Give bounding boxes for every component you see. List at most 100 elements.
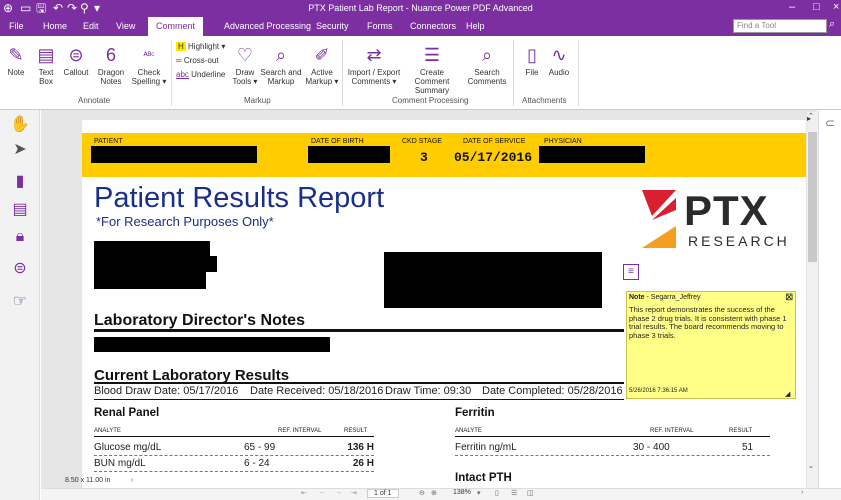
scroll-left-icon[interactable]: ‹ xyxy=(131,477,133,484)
two-page-view-icon[interactable]: ◫ xyxy=(527,489,534,497)
redacted-block xyxy=(94,256,217,272)
next-page-icon[interactable]: → xyxy=(335,489,342,496)
page-number-field[interactable]: 1 of 1 xyxy=(367,489,399,498)
redacted-patient xyxy=(91,146,257,163)
ribbon: ✎ Note ▤ Text Box ⊜ Callout 6 Dragon Notes ᴬ… xyxy=(0,36,841,110)
ckd-stage-label: CKD STAGE xyxy=(402,138,442,145)
scroll-down-icon[interactable]: ⌄ xyxy=(808,462,814,470)
menu-comment[interactable]: Comment xyxy=(148,17,204,36)
callout-icon: ⊜ xyxy=(68,45,84,65)
scroll-right-icon[interactable]: › xyxy=(801,489,803,496)
menu-edit[interactable]: Edit xyxy=(83,21,99,31)
check-spelling-button[interactable]: ᴬᴮᶜ Check Spelling ▾ xyxy=(131,42,167,86)
menu-connectors[interactable]: Connectors xyxy=(410,21,456,31)
resize-grip-icon[interactable]: ◢ xyxy=(785,390,790,398)
text-box-button[interactable]: ▤ Text Box xyxy=(32,42,60,86)
last-page-icon[interactable]: ⇥ xyxy=(351,489,357,497)
redacted-block xyxy=(94,241,210,256)
callout-button[interactable]: ⊜ Callout xyxy=(61,42,91,77)
vertical-scrollbar[interactable]: ⌃ ⌄ xyxy=(807,112,818,488)
note-body-text[interactable]: This report demonstrates the success of … xyxy=(629,305,793,340)
left-toolbar: ✋ ➤ ▮ ▤ 🔒︎ ⊜ ☞ xyxy=(0,110,40,500)
zoom-in-icon[interactable]: ⊕ xyxy=(431,489,437,497)
menu-view[interactable]: View xyxy=(116,21,135,31)
select-arrow-icon[interactable]: ➤ xyxy=(10,139,30,159)
scroll-thumb[interactable] xyxy=(808,132,817,262)
group-attachments: Attachments xyxy=(522,96,567,105)
undock-icon[interactable]: ⊂ xyxy=(825,116,835,130)
create-comment-summary-button[interactable]: ☰ Create Comment Summary xyxy=(402,42,462,95)
sticky-note-popup[interactable]: Note - Segarra_Jeffrey ⊠ This report dem… xyxy=(626,291,796,399)
ferritin-result: 51 xyxy=(742,442,754,453)
right-panel: ▸ ⊂ xyxy=(807,110,841,488)
continuous-view-icon[interactable]: ☰ xyxy=(511,489,517,497)
highlight-button[interactable]: H Highlight ▾ xyxy=(176,42,225,51)
date-completed: Date Completed: 05/28/2016 xyxy=(482,385,623,397)
menu-forms[interactable]: Forms xyxy=(367,21,393,31)
renal-result: 136 H xyxy=(347,442,374,453)
logo-ptx-text: PTX xyxy=(684,187,769,234)
row-divider xyxy=(455,455,770,456)
comments-panel-icon[interactable]: ⊜ xyxy=(10,258,30,278)
renal-col-analyte: ANALYTE xyxy=(94,428,121,434)
zoom-level[interactable]: 138% xyxy=(453,489,471,496)
section-rule xyxy=(94,382,624,384)
dragon-notes-button[interactable]: 6 Dragon Notes xyxy=(91,42,131,86)
date-received: Date Received: 05/18/2016 xyxy=(250,385,384,397)
comment-summary-icon: ☰ xyxy=(423,45,441,65)
logo-research-text: RESEARCH xyxy=(688,233,790,249)
note-close-icon[interactable]: ⊠ xyxy=(785,292,793,303)
patient-info-band: PATIENT DATE OF BIRTH CKD STAGE 3 DATE O… xyxy=(82,133,806,177)
single-page-view-icon[interactable]: ▯ xyxy=(495,489,499,497)
cross-out-button[interactable]: ═ Cross-out xyxy=(176,56,219,65)
audio-attachment-button[interactable]: ∿ Audio xyxy=(546,42,572,77)
ribbon-separator xyxy=(513,40,514,106)
menu-help[interactable]: Help xyxy=(466,21,485,31)
import-export-comments-button[interactable]: ⇄ Import / Export Comments ▾ xyxy=(346,42,402,86)
active-markup-button[interactable]: ✐ Active Markup ▾ xyxy=(303,42,341,86)
highlight-icon: H xyxy=(176,42,186,51)
date-of-service-value: 05/17/2016 xyxy=(454,150,533,165)
menu-home[interactable]: Home xyxy=(43,21,67,31)
renal-col-ref: REF. INTERVAL xyxy=(278,428,322,434)
physician-label: PHYSICIAN xyxy=(544,138,582,145)
search-comments-button[interactable]: ⌕ Search Comments xyxy=(464,42,510,86)
row-divider xyxy=(94,455,374,456)
group-annotate: Annotate xyxy=(78,96,111,105)
minimize-button[interactable]: – xyxy=(789,1,795,13)
redacted-block xyxy=(94,337,330,352)
draw-tools-button[interactable]: ♡ Draw Tools ▾ xyxy=(232,42,258,86)
file-attachment-button[interactable]: ▯ File xyxy=(520,42,544,77)
prev-page-icon[interactable]: ← xyxy=(319,489,326,496)
first-page-icon[interactable]: ⇤ xyxy=(301,489,307,497)
zoom-dropdown-icon[interactable]: ▾ xyxy=(477,489,481,497)
menu-security[interactable]: Security xyxy=(316,21,349,31)
ferritin-col-result: RESULT xyxy=(729,428,753,434)
search-and-markup-button[interactable]: ⌕ Search and Markup xyxy=(259,42,303,86)
menu-file[interactable]: File xyxy=(9,21,24,31)
report-subtitle: *For Research Purposes Only* xyxy=(96,214,274,229)
sticky-note-icon[interactable]: ≡ xyxy=(623,264,639,280)
table-header-rule xyxy=(455,436,770,437)
zoom-out-icon[interactable]: ⊖ xyxy=(419,489,425,497)
blood-draw-date: Blood Draw Date: 05/17/2016 xyxy=(94,385,239,397)
close-button[interactable]: × xyxy=(833,1,839,13)
active-markup-icon: ✐ xyxy=(314,45,330,65)
section-rule xyxy=(94,329,624,332)
note-button[interactable]: ✎ Note xyxy=(4,42,28,77)
panel-expand-icon[interactable]: ▸ xyxy=(807,114,811,123)
annotations-icon[interactable]: ☞ xyxy=(10,291,30,311)
directors-notes-heading: Laboratory Director's Notes xyxy=(94,312,305,329)
underline-button[interactable]: abc Underline xyxy=(176,70,225,79)
lock-icon[interactable]: 🔒︎ xyxy=(10,228,30,246)
hand-tool-icon[interactable]: ✋ xyxy=(10,114,30,134)
search-icon[interactable]: ⌕ xyxy=(829,18,835,31)
pages-icon[interactable]: ▤ xyxy=(10,199,30,219)
maximize-button[interactable]: □ xyxy=(813,1,820,13)
bookmarks-icon[interactable]: ▮ xyxy=(10,171,30,191)
renal-ref: 65 - 99 xyxy=(244,442,276,453)
menu-advanced-processing[interactable]: Advanced Processing xyxy=(224,21,311,31)
title-bar: ⊕ ▭ 🖫 ↶ ↷ ⚲ ▾ PTX Patient Lab Report - N… xyxy=(0,0,841,17)
report-title: Patient Results Report xyxy=(94,182,385,214)
find-tool-input[interactable]: Find a Tool xyxy=(733,19,827,33)
